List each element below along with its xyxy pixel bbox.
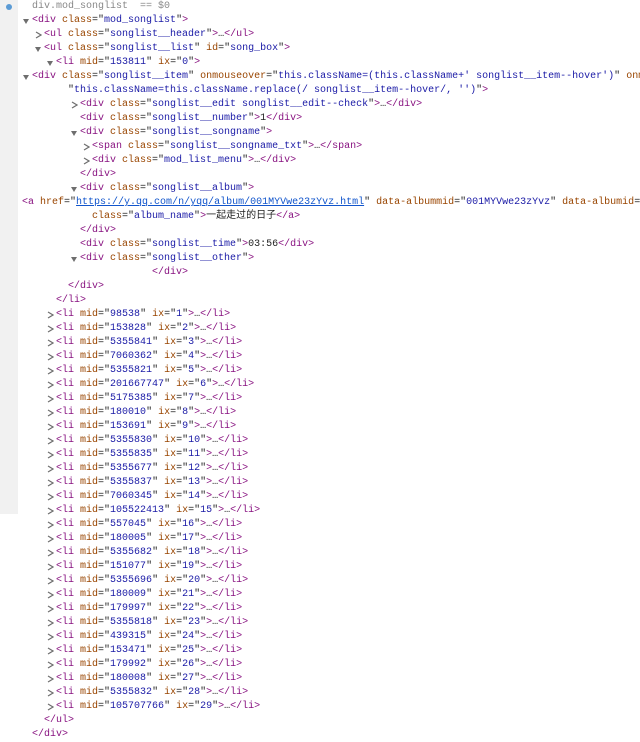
expand-closed-icon[interactable]	[34, 31, 42, 39]
expand-closed-icon[interactable]	[46, 689, 54, 697]
expand-closed-icon[interactable]	[70, 101, 78, 109]
expand-closed-icon[interactable]	[46, 353, 54, 361]
node-div-album-close[interactable]: </div>	[22, 224, 640, 238]
node-div-songname-close[interactable]: </div>	[22, 168, 640, 182]
node-ul-header[interactable]: <ul class="songlist__header">…</ul>	[22, 28, 640, 42]
expand-closed-icon[interactable]	[46, 451, 54, 459]
expand-closed-icon[interactable]	[46, 647, 54, 655]
node-li-item[interactable]: <li mid="5355835" ix="11">…</li>	[22, 448, 640, 462]
node-li-item[interactable]: <li mid="153828" ix="2">…</li>	[22, 322, 640, 336]
expand-open-icon[interactable]	[46, 59, 54, 67]
node-li-item[interactable]: <li mid="105522413" ix="15">…</li>	[22, 504, 640, 518]
node-li-item[interactable]: <li mid="179997" ix="22">…</li>	[22, 602, 640, 616]
expand-closed-icon[interactable]	[46, 633, 54, 641]
node-span-songname_txt[interactable]: <span class="songlist__songname_txt">…</…	[22, 140, 640, 154]
node-li-item[interactable]: <li mid="5175385" ix="7">…</li>	[22, 392, 640, 406]
node-li-item[interactable]: <li mid="180009" ix="21">…</li>	[22, 588, 640, 602]
expand-open-icon[interactable]	[70, 255, 78, 263]
node-li-item[interactable]: <li mid="180010" ix="8">…</li>	[22, 406, 640, 420]
node-li-item[interactable]: <li mid="180005" ix="17">…</li>	[22, 532, 640, 546]
node-li-first-close[interactable]: </li>	[22, 294, 640, 308]
node-div-songlist_item-open[interactable]: <div class="songlist__item" onmouseover=…	[22, 70, 640, 84]
node-li-item[interactable]: <li mid="201667747" ix="6">…</li>	[22, 378, 640, 392]
node-div-songlist_item-close[interactable]: </div>	[22, 280, 640, 294]
node-div-time[interactable]: <div class="songlist__time">03:56</div>	[22, 238, 640, 252]
expand-closed-icon[interactable]	[46, 311, 54, 319]
node-div-number[interactable]: <div class="songlist__number">1</div>	[22, 112, 640, 126]
expand-closed-icon[interactable]	[46, 619, 54, 627]
node-li-item[interactable]: <li mid="151077" ix="19">…</li>	[22, 560, 640, 574]
gutter	[0, 0, 18, 514]
node-li-item[interactable]: <li mid="153471" ix="25">…</li>	[22, 644, 640, 658]
selector-breadcrumb: div.mod_songlist	[32, 1, 128, 12]
node-div-mod_songlist[interactable]: <div class="mod_songlist">	[22, 14, 640, 28]
expand-closed-icon[interactable]	[46, 535, 54, 543]
expand-closed-icon[interactable]	[46, 703, 54, 711]
expand-closed-icon[interactable]	[46, 395, 54, 403]
dom-tree[interactable]: div.mod_songlist == $0<div class="mod_so…	[22, 0, 640, 742]
node-div-other-inner-close[interactable]: </div>	[22, 266, 640, 280]
expand-open-icon[interactable]	[70, 129, 78, 137]
node-li-item[interactable]: <li mid="5355841" ix="3">…</li>	[22, 336, 640, 350]
node-li-item[interactable]: <li mid="180008" ix="27">…</li>	[22, 672, 640, 686]
node-div-mod_songlist-close[interactable]: </div>	[22, 728, 640, 742]
breakpoint-dot[interactable]	[6, 4, 12, 10]
node-li-item[interactable]: <li mid="153691" ix="9">…</li>	[22, 420, 640, 434]
expand-open-icon[interactable]	[22, 17, 30, 25]
node-div-songname[interactable]: <div class="songlist__songname">	[22, 126, 640, 140]
node-li-item[interactable]: <li mid="7060345" ix="14">…</li>	[22, 490, 640, 504]
node-li-item[interactable]: <li mid="5355677" ix="12">…</li>	[22, 462, 640, 476]
node-li-item[interactable]: <li mid="105707766" ix="29">…</li>	[22, 700, 640, 714]
node-ul-songbox-close[interactable]: </ul>	[22, 714, 640, 728]
expand-closed-icon[interactable]	[46, 465, 54, 473]
expand-closed-icon[interactable]	[46, 675, 54, 683]
node-li-item[interactable]: <li mid="98538" ix="1">…</li>	[22, 308, 640, 322]
expand-closed-icon[interactable]	[46, 437, 54, 445]
expand-open-icon[interactable]	[22, 73, 30, 81]
node-li-first[interactable]: <li mid="153811" ix="0">	[22, 56, 640, 70]
expand-closed-icon[interactable]	[46, 479, 54, 487]
expand-closed-icon[interactable]	[46, 381, 54, 389]
node-li-item[interactable]: <li mid="7060362" ix="4">…</li>	[22, 350, 640, 364]
node-li-item[interactable]: <li mid="5355682" ix="18">…</li>	[22, 546, 640, 560]
node-li-item[interactable]: <li mid="557045" ix="16">…</li>	[22, 518, 640, 532]
node-li-item[interactable]: <li mid="439315" ix="24">…</li>	[22, 630, 640, 644]
node-li-item[interactable]: <li mid="5355696" ix="20">…</li>	[22, 574, 640, 588]
node-li-item[interactable]: <li mid="5355821" ix="5">…</li>	[22, 364, 640, 378]
expand-closed-icon[interactable]	[46, 521, 54, 529]
node-li-item[interactable]: <li mid="5355830" ix="10">…</li>	[22, 434, 640, 448]
selected-node-header[interactable]: div.mod_songlist == $0	[22, 0, 640, 14]
expand-open-icon[interactable]	[34, 45, 42, 53]
expand-closed-icon[interactable]	[46, 493, 54, 501]
node-div-other[interactable]: <div class="songlist__other">	[22, 252, 640, 266]
expand-closed-icon[interactable]	[46, 325, 54, 333]
expand-closed-icon[interactable]	[46, 605, 54, 613]
expand-closed-icon[interactable]	[46, 549, 54, 557]
node-li-item[interactable]: <li mid="5355832" ix="28">…</li>	[22, 686, 640, 700]
expand-closed-icon[interactable]	[46, 577, 54, 585]
node-div-songlist_item-cont[interactable]: "this.className=this.className.replace(/…	[22, 84, 640, 98]
expand-open-icon[interactable]	[70, 185, 78, 193]
expand-closed-icon[interactable]	[82, 157, 90, 165]
expand-closed-icon[interactable]	[82, 143, 90, 151]
expand-closed-icon[interactable]	[46, 409, 54, 417]
node-li-item[interactable]: <li mid="5355818" ix="23">…</li>	[22, 616, 640, 630]
expand-closed-icon[interactable]	[46, 563, 54, 571]
node-a-album-cont[interactable]: class="album_name">一起走过的日子</a>	[22, 210, 640, 224]
expand-closed-icon[interactable]	[46, 339, 54, 347]
node-div-album[interactable]: <div class="songlist__album">	[22, 182, 640, 196]
expand-closed-icon[interactable]	[46, 661, 54, 669]
node-li-item[interactable]: <li mid="5355837" ix="13">…</li>	[22, 476, 640, 490]
node-ul-songbox[interactable]: <ul class="songlist__list" id="song_box"…	[22, 42, 640, 56]
node-a-album-open[interactable]: <a href="https://y.qq.com/n/yqq/album/00…	[22, 196, 640, 210]
expand-closed-icon[interactable]	[46, 423, 54, 431]
node-div-edit[interactable]: <div class="songlist__edit songlist__edi…	[22, 98, 640, 112]
node-li-item[interactable]: <li mid="179992" ix="26">…</li>	[22, 658, 640, 672]
expand-closed-icon[interactable]	[46, 367, 54, 375]
expand-closed-icon[interactable]	[46, 591, 54, 599]
node-div-mod_list_menu[interactable]: <div class="mod_list_menu">…</div>	[22, 154, 640, 168]
